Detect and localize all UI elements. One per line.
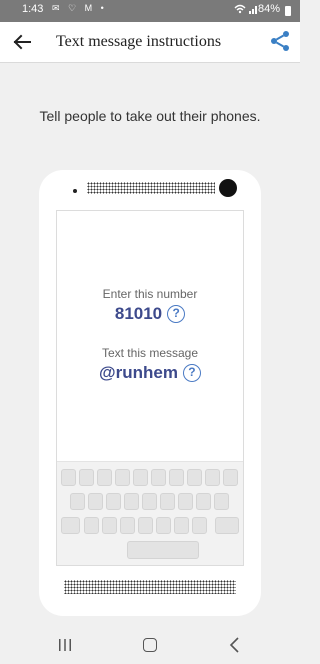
status-time: 1:43: [22, 3, 44, 15]
keyboard-key: [156, 517, 171, 534]
keyboard-key: [84, 517, 99, 534]
keyboard-key: [138, 517, 153, 534]
keyboard-key: [151, 469, 166, 486]
short-code-number: 81010: [114, 304, 163, 323]
keyboard-key: [79, 469, 94, 486]
keyboard-key: [120, 517, 135, 534]
notification-icons: ✉ ♡ M •: [52, 3, 107, 13]
home-icon[interactable]: [143, 638, 157, 652]
top-speaker-grill: [87, 182, 215, 194]
back-arrow-icon[interactable]: [10, 30, 34, 54]
keyboard-key: [70, 493, 85, 510]
battery-icon: [285, 6, 291, 16]
instruction-text: Tell people to take out their phones.: [39, 108, 261, 124]
keyboard-key: [178, 493, 193, 510]
keyboard-key: [97, 469, 112, 486]
message-label: Text this message: [101, 346, 199, 360]
text-message-code: @runhem: [99, 363, 178, 382]
keyboard-key: [169, 469, 184, 486]
keyboard-key: [115, 469, 130, 486]
keyboard-key: [192, 517, 207, 534]
keyboard-spacebar: [127, 541, 199, 559]
keyboard-key: [102, 517, 117, 534]
wifi-signal-icon: [234, 3, 260, 17]
keyboard-key: [205, 469, 220, 486]
front-camera-dot: [73, 189, 77, 193]
status-bar: 1:43 ✉ ♡ M • 84%: [0, 0, 300, 22]
phone-screen: Enter this number 81010 ? Text this mess…: [56, 210, 244, 566]
message-row: @runhem ?: [57, 363, 243, 383]
recents-icon[interactable]: [58, 639, 72, 651]
bottom-speaker-grill: [64, 580, 236, 594]
keyboard-illustration: [57, 461, 243, 565]
number-label: Enter this number: [102, 287, 198, 301]
keyboard-key: [133, 469, 148, 486]
keyboard-key: [61, 469, 76, 486]
keyboard-key: [160, 493, 175, 510]
app-bar: Text message instructions: [0, 22, 300, 63]
message-help-icon[interactable]: ?: [182, 364, 201, 382]
keyboard-key: [223, 469, 238, 486]
keyboard-key: [61, 517, 80, 534]
keyboard-key: [142, 493, 157, 510]
keyboard-key: [215, 517, 239, 534]
share-icon[interactable]: [268, 29, 292, 53]
number-row: 81010 ?: [57, 304, 243, 324]
phone-illustration: Enter this number 81010 ? Text this mess…: [39, 170, 261, 616]
keyboard-key: [196, 493, 211, 510]
system-nav-bar: [0, 626, 300, 664]
keyboard-key: [88, 493, 103, 510]
keyboard-key: [106, 493, 121, 510]
number-help-icon[interactable]: ?: [167, 305, 186, 323]
nav-back-icon[interactable]: [228, 637, 242, 653]
keyboard-key: [124, 493, 139, 510]
keyboard-key: [174, 517, 189, 534]
keyboard-key: [214, 493, 229, 510]
battery-percent: 84%: [257, 3, 280, 15]
keyboard-key: [187, 469, 202, 486]
page-title: Text message instructions: [56, 33, 222, 50]
camera-sensor: [219, 179, 237, 197]
